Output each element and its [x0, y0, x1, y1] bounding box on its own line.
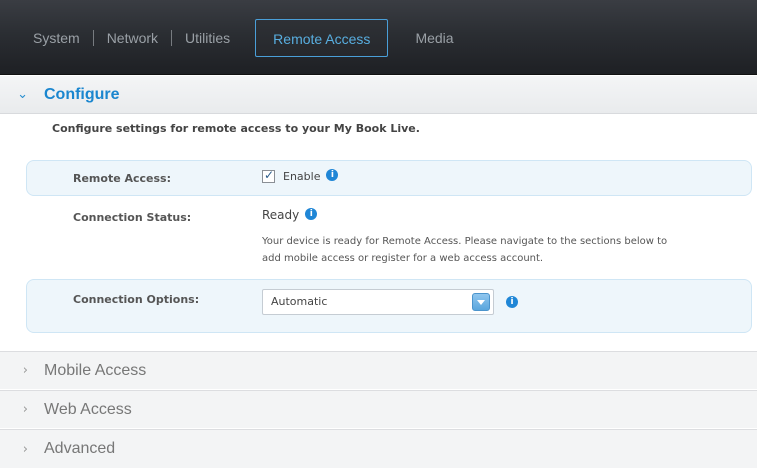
info-icon[interactable]: i: [305, 208, 318, 220]
enable-label[interactable]: Enable: [283, 170, 320, 183]
connection-status-label: Connection Status:: [73, 211, 192, 224]
top-nav-bar: System Network Utilities Remote Access M…: [0, 0, 757, 75]
enable-checkbox[interactable]: [262, 168, 275, 183]
configure-section-header[interactable]: ⌄ Configure: [0, 76, 757, 114]
tab-system[interactable]: System: [20, 19, 93, 57]
configure-title: Configure: [44, 85, 120, 103]
advanced-title: Advanced: [44, 440, 116, 457]
connection-options-selected: Automatic: [271, 295, 328, 308]
chevron-down-icon: ⌄: [17, 87, 28, 102]
status-description-line: Your device is ready for Remote Access. …: [262, 236, 668, 247]
tab-utilities[interactable]: Utilities: [172, 19, 243, 57]
advanced-section-header[interactable]: › Advanced: [0, 429, 757, 468]
chevron-right-icon: ›: [22, 402, 28, 417]
web-access-section-header[interactable]: › Web Access: [0, 390, 757, 428]
status-description-line: add mobile access or register for a web …: [262, 253, 544, 264]
mobile-access-title: Mobile Access: [44, 361, 147, 379]
remote-access-label: Remote Access:: [73, 172, 172, 185]
connection-status-value: Ready: [262, 208, 300, 222]
tab-remote-access[interactable]: Remote Access: [255, 19, 389, 57]
mobile-access-section-header[interactable]: › Mobile Access: [0, 351, 757, 389]
dropdown-arrow-icon[interactable]: [472, 293, 490, 311]
info-icon[interactable]: i: [326, 169, 339, 181]
connection-status-description: Your device is ready for Remote Access. …: [262, 233, 732, 267]
info-icon[interactable]: i: [506, 296, 518, 308]
connection-options-select[interactable]: Automatic: [262, 289, 494, 315]
remote-access-control: Enablei: [262, 168, 339, 184]
chevron-right-icon: ›: [22, 441, 28, 457]
tab-network[interactable]: Network: [94, 19, 171, 57]
tab-media[interactable]: Media: [402, 19, 466, 57]
connection-status-value-wrap: Ready i: [262, 208, 318, 222]
chevron-right-icon: ›: [22, 363, 28, 378]
configure-intro-text: Configure settings for remote access to …: [52, 122, 420, 135]
connection-options-label: Connection Options:: [73, 293, 200, 306]
main-tabs: System Network Utilities Remote Access M…: [20, 19, 467, 57]
web-access-title: Web Access: [44, 400, 132, 418]
